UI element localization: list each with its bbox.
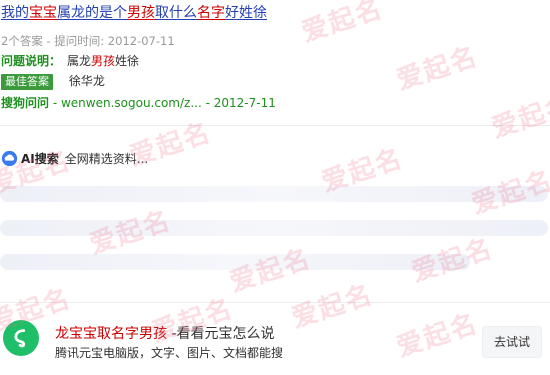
cloud-ai-icon — [1, 150, 18, 167]
best-answer-row: 最佳答案 徐华龙 — [1, 72, 105, 90]
source-name: 搜狗问问 — [1, 96, 50, 110]
watermark: 爱起名 — [393, 308, 483, 364]
question-text: 属龙男孩姓徐 — [67, 54, 139, 68]
question-part: 姓徐 — [115, 54, 140, 68]
title-keyword: 男孩 — [127, 5, 155, 21]
title-part: 我的 — [1, 5, 29, 21]
title-part: 属龙的是个 — [57, 5, 127, 21]
title-keyword: 宝宝 — [29, 5, 57, 21]
title-part: 取什么 — [155, 5, 197, 21]
watermark: 爱起名 — [488, 89, 550, 145]
yuanbao-mark-icon — [14, 329, 26, 348]
section-divider — [0, 125, 550, 126]
title-keyword: 名字 — [197, 5, 225, 21]
loading-skeleton — [0, 186, 548, 202]
result-meta: 2个答案 - 提问时间: 2012-07-11 — [1, 34, 175, 48]
question-label: 问题说明： — [1, 54, 62, 68]
try-it-button[interactable]: 去试试 — [482, 326, 542, 358]
title-part: 好姓徐 — [225, 5, 267, 21]
best-answer-badge: 最佳答案 — [1, 74, 53, 90]
result-source-link[interactable]: 搜狗问问 - wenwen.sogou.com/z... - 2012-7-11 — [1, 94, 276, 111]
result-title-link[interactable]: 我的宝宝属龙的是个男孩取什么名字好姓徐 — [1, 3, 267, 23]
source-url-date: - wenwen.sogou.com/z... - 2012-7-11 — [49, 96, 276, 110]
yuanbao-logo-icon — [3, 320, 39, 356]
question-keyword: 男孩 — [91, 54, 116, 68]
watermark: 爱起名 — [393, 41, 483, 97]
loading-skeleton — [0, 220, 548, 236]
promo-subtitle: 腾讯元宝电脑版，文字、图片、文档都能搜 — [55, 346, 284, 360]
ai-search-header[interactable]: AI搜索 全网精选资料... — [1, 150, 148, 167]
ai-search-status: 全网精选资料... — [64, 152, 149, 166]
watermark: 爱起名 — [288, 279, 378, 335]
question-description: 问题说明： 属龙男孩姓徐 — [1, 52, 139, 69]
best-answer-text: 徐华龙 — [68, 74, 105, 88]
promo-title-link[interactable]: 龙宝宝取名字男孩 -看看元宝怎么说 — [55, 323, 275, 343]
ai-search-label: AI搜索 — [21, 152, 59, 166]
watermark: 爱起名 — [298, 0, 388, 49]
section-divider — [0, 302, 550, 303]
promo-title-keyword: 龙宝宝取名字男孩 — [55, 326, 167, 342]
question-part: 属龙 — [67, 54, 92, 68]
loading-skeleton — [0, 254, 470, 270]
promo-title-rest: -看看元宝怎么说 — [167, 326, 275, 342]
